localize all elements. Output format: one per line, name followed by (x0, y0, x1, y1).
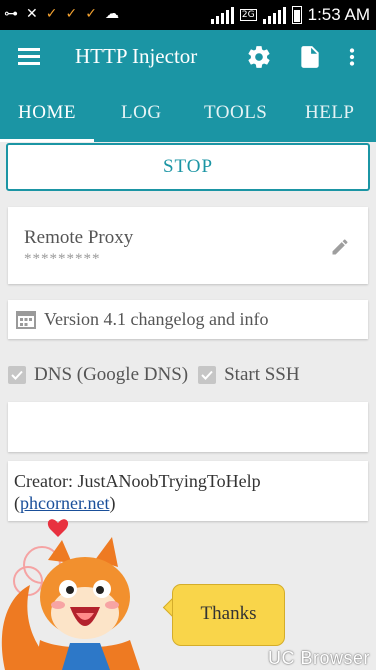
battery-icon (291, 6, 302, 24)
creator-card: Creator: JustANoobTryingToHelp (phcorner… (8, 461, 368, 521)
notification-icons: ⊶ ✕ ✓ ✓ ✓ ☁ (4, 5, 119, 23)
creator-link[interactable]: phcorner.net (20, 493, 109, 513)
edit-icon[interactable] (330, 237, 350, 257)
clock: 1:53 AM (307, 5, 370, 24)
start-ssh-checkbox[interactable] (198, 366, 217, 384)
creator-text: Creator: JustANoobTryingToHelp (phcorner… (14, 470, 261, 514)
paren-close: ) (109, 493, 116, 513)
check-icon: ✓ (85, 6, 97, 22)
dns-checkbox-label[interactable]: DNS (Google DNS) (34, 364, 188, 386)
status-bar: ⊶ ✕ ✓ ✓ ✓ ☁ 2G 1:53 AM (0, 0, 376, 30)
check-icon: ✓ (45, 6, 58, 22)
remote-proxy-title: Remote Proxy (24, 227, 134, 248)
remote-proxy-value: ********* (24, 251, 101, 267)
signal-icon-2 (262, 6, 286, 24)
menu-icon[interactable] (18, 48, 40, 66)
app-title: HTTP Injector (75, 44, 198, 68)
thanks-speech-bubble: Thanks (172, 584, 285, 646)
tab-help[interactable]: HELP (305, 102, 355, 124)
creator-name: Creator: JustANoobTryingToHelp (14, 471, 261, 491)
app-bar: HTTP Injector HOME LOG TOOLS HELP (0, 30, 376, 142)
gear-icon[interactable] (246, 44, 272, 70)
tab-bar: HOME LOG TOOLS HELP (0, 92, 376, 142)
dns-checkbox[interactable] (8, 366, 26, 384)
changelog-card[interactable]: Version 4.1 changelog and info (8, 300, 368, 339)
cloud-icon: ☁ (104, 6, 119, 22)
check-icon: ✓ (65, 6, 78, 22)
stop-button[interactable]: STOP (6, 143, 370, 191)
options-row: DNS (Google DNS) Start SSH (8, 362, 310, 388)
uc-browser-watermark: UC Browser (268, 648, 371, 668)
squirrel-mascot-image (1, 519, 140, 670)
more-vert-icon[interactable] (344, 44, 360, 70)
network-type-badge: 2G (239, 9, 257, 21)
key-icon: ⊶ (4, 6, 18, 22)
tab-tools[interactable]: TOOLS (204, 102, 267, 124)
no-signal-icon: ✕ (26, 6, 38, 22)
active-tab-indicator (0, 139, 94, 142)
tab-log[interactable]: LOG (121, 102, 162, 124)
document-icon[interactable] (297, 44, 323, 70)
calendar-icon (16, 311, 36, 329)
thanks-text: Thanks (200, 603, 257, 624)
start-ssh-checkbox-label[interactable]: Start SSH (224, 364, 300, 386)
empty-card (8, 402, 368, 452)
signal-icon (210, 6, 234, 24)
remote-proxy-card[interactable]: Remote Proxy ********* (8, 207, 368, 284)
changelog-label: Version 4.1 changelog and info (44, 309, 269, 329)
tab-home[interactable]: HOME (18, 102, 76, 124)
